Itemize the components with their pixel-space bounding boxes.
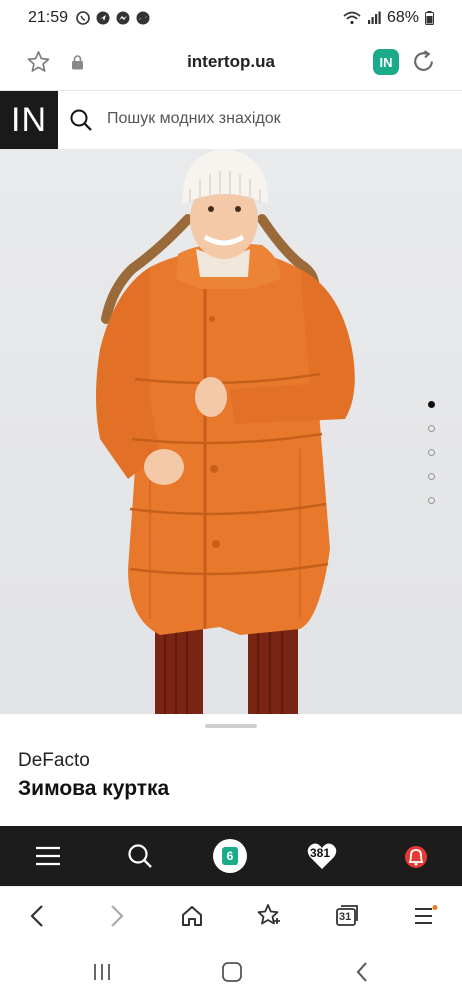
sheet-drag-handle[interactable]: [205, 724, 257, 728]
browser-url-bar: intertop.ua IN: [0, 36, 462, 88]
battery-icon: [425, 11, 434, 25]
tabs-count: 31: [339, 911, 352, 923]
product-title: Зимова куртка: [18, 777, 170, 800]
browser-menu-button[interactable]: [400, 887, 450, 945]
search-input[interactable]: Пошук модних знахідок: [107, 110, 281, 128]
status-right: 68%: [343, 9, 434, 27]
location-icon: [96, 11, 110, 25]
system-back-button[interactable]: [337, 944, 387, 1000]
status-time: 21:59: [28, 9, 69, 26]
browser-menu-icon: [415, 905, 438, 924]
browser-bottom-bar: 31: [0, 886, 462, 945]
browser-forward-button[interactable]: [92, 887, 142, 945]
menu-icon: [36, 846, 60, 866]
app-bottom-nav: 6 381: [0, 826, 462, 886]
app-search-button[interactable]: [110, 826, 170, 886]
gallery-dots: [428, 401, 440, 521]
browser-home-button[interactable]: [167, 887, 217, 945]
notifications-icon: [405, 846, 427, 868]
cart-count: 6: [222, 847, 238, 865]
site-app-icon-label: IN: [379, 54, 393, 70]
battery-percent: 68%: [386, 9, 419, 26]
forward-icon: [111, 905, 124, 927]
gallery-dot-1[interactable]: [428, 401, 435, 408]
browser-bookmarks-button[interactable]: [244, 887, 294, 945]
gallery-dot-2[interactable]: [428, 425, 435, 432]
gallery-dot-4[interactable]: [428, 473, 435, 480]
browser-tabs-button[interactable]: 31: [322, 887, 372, 945]
home-button-icon: [222, 962, 242, 982]
status-bar: 21:59 68%: [0, 0, 462, 36]
back-button-icon: [356, 962, 367, 982]
site-logo-text: IN: [11, 100, 47, 139]
wifi-icon: [343, 11, 361, 25]
favorites-button[interactable]: 381: [292, 826, 352, 886]
system-home-button[interactable]: [207, 944, 257, 1000]
favorites-count: 381: [310, 846, 331, 860]
search-icon: [128, 844, 152, 868]
site-header: IN Пошук модних знахідок: [0, 90, 462, 150]
cart-button[interactable]: 6: [200, 826, 260, 886]
product-info-sheet[interactable]: DeFacto Зимова куртка: [0, 716, 462, 826]
search-icon[interactable]: [69, 108, 93, 132]
product-brand[interactable]: DeFacto: [18, 750, 90, 772]
bookmarks-icon: [257, 904, 280, 925]
site-app-icon[interactable]: IN: [373, 49, 399, 75]
back-icon: [30, 905, 43, 927]
messenger-icon: [116, 11, 130, 25]
menu-button[interactable]: [18, 826, 78, 886]
recents-button[interactable]: [77, 944, 127, 1000]
reload-icon[interactable]: [411, 49, 436, 74]
system-nav-bar: [0, 944, 462, 1000]
home-icon: [182, 906, 202, 926]
gallery-dot-3[interactable]: [428, 449, 435, 456]
cart-icon: 6: [213, 839, 247, 873]
notifications-button[interactable]: [384, 826, 444, 886]
signal-icon: [367, 11, 381, 24]
gallery-dot-5[interactable]: [428, 497, 435, 504]
viber-icon: [76, 11, 90, 25]
site-logo[interactable]: IN: [0, 91, 58, 149]
product-image-gallery[interactable]: [0, 149, 462, 714]
dot-icon: [140, 15, 146, 21]
product-photo: [96, 149, 355, 714]
recents-icon: [94, 964, 110, 980]
browser-back-button[interactable]: [12, 887, 62, 945]
